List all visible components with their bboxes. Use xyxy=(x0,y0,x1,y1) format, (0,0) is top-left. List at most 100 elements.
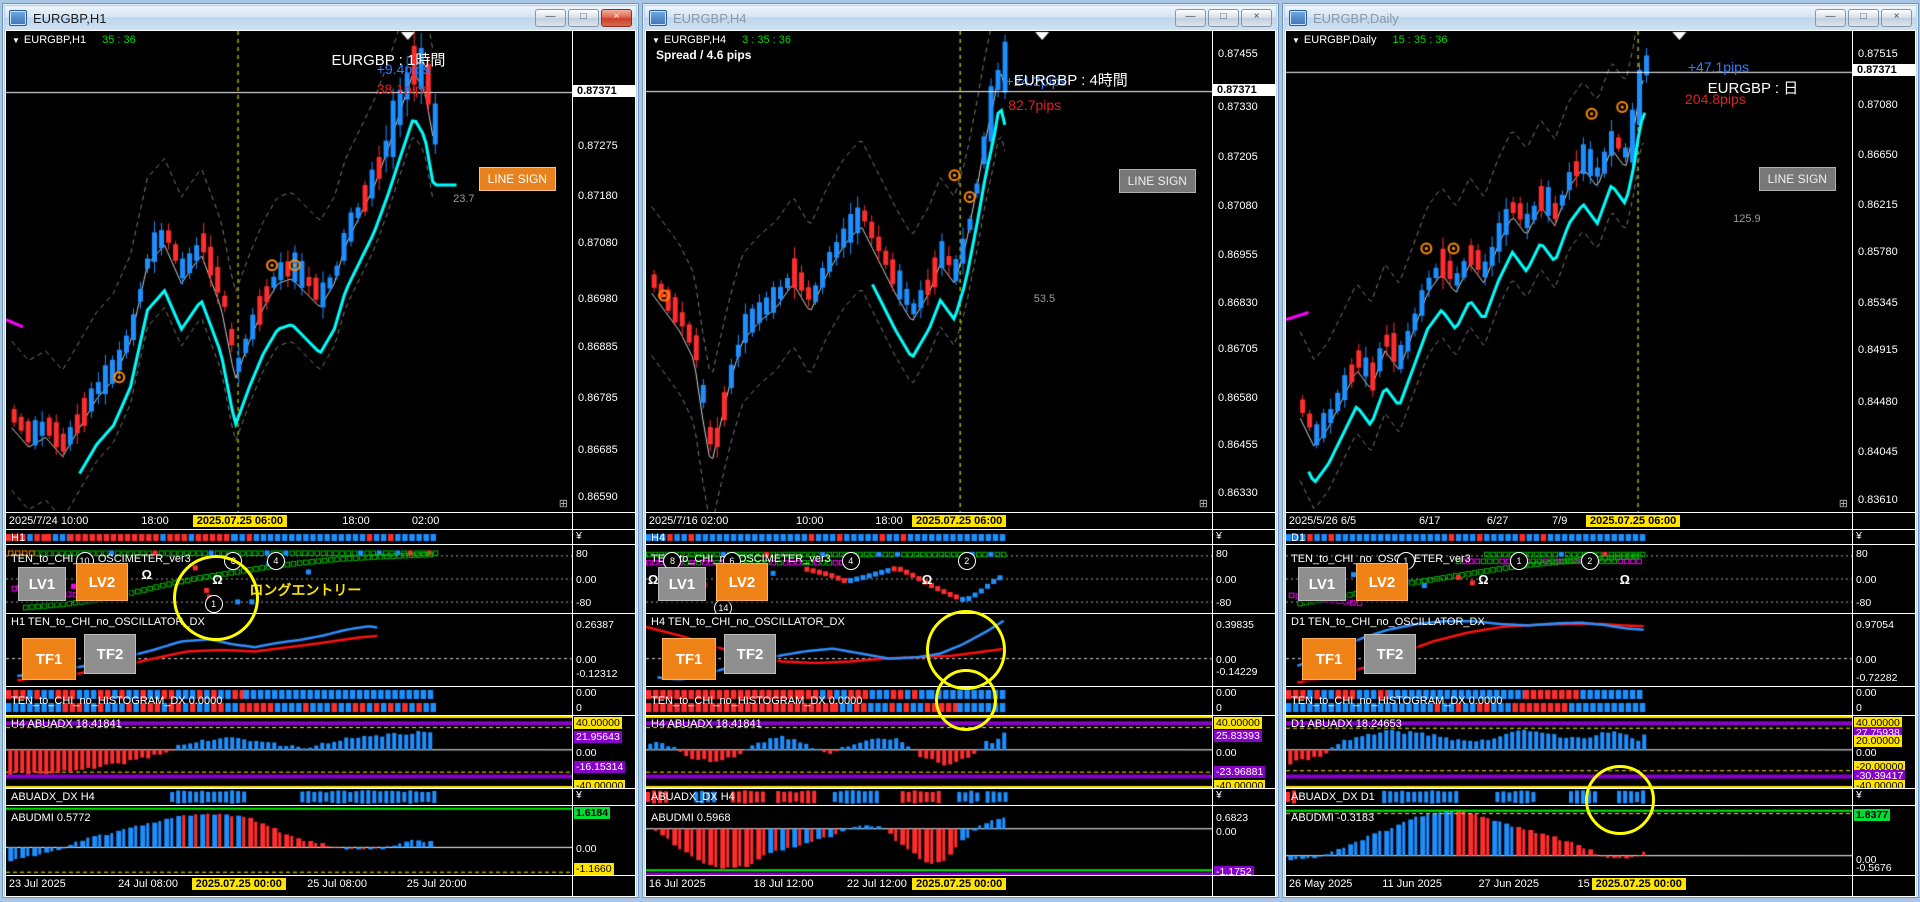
axis-label: 0.00 xyxy=(1216,574,1237,587)
axis-label: 0.00 xyxy=(1856,574,1877,587)
signal-number-badge: 2 xyxy=(957,551,976,570)
histogram-strip-label: TEN_to_CHI_no_HISTOGRAM_DX 0.0000 xyxy=(651,695,863,707)
crosshair-time-label: 2025.07.25 00:00 xyxy=(912,878,1007,890)
signal-number-badge: 1 xyxy=(204,595,223,613)
histogram-strip-plot: TEN_to_CHI_no_HISTOGRAM_DX 0.0000 xyxy=(6,687,572,715)
symbol-dropdown-icon[interactable]: ▼ xyxy=(652,36,660,45)
candlestick-canvas xyxy=(6,31,572,512)
abuadx-dx-plot: ABUADX_DX D1 xyxy=(1286,789,1852,805)
crosshair-time-label: 2025.07.25 06:00 xyxy=(1585,515,1681,527)
window-titlebar[interactable]: EURGBP,Daily — □ × xyxy=(1285,6,1916,30)
time-label: 26 May 2025 xyxy=(1288,878,1353,890)
price-tick: 0.84915 xyxy=(1858,344,1898,357)
tf1-button[interactable]: TF1 xyxy=(22,638,76,680)
axis-label: 0.00 xyxy=(576,574,597,587)
current-price-label: 0.87371 xyxy=(1853,64,1915,77)
window-titlebar[interactable]: EURGBP,H4 — □ × xyxy=(645,6,1276,30)
axis-label: -23.96881 xyxy=(1214,765,1266,778)
close-button[interactable]: × xyxy=(1881,9,1912,27)
price-axis[interactable]: 0.87371 0.87275 0.87180 0.87080 0.86980 0.86… xyxy=(572,31,635,512)
oscimeter-plot: TEN_to_CHI_no_OSCIMETER_ver3 LV1 LV2 112… xyxy=(1286,545,1852,613)
time-label: 25 Jul 20:00 xyxy=(406,878,467,890)
axis-label: ¥ xyxy=(576,530,582,542)
omega-icon: Ω xyxy=(141,566,152,582)
time-axis-labels-lower: 16 Jul 2025 18 Jul 12:00 22 Jul 12:00 2025.… xyxy=(646,876,1212,896)
axis-label: -16.15314 xyxy=(574,761,626,774)
abuadx-plot: D1 ABUADX 18.24653 xyxy=(1286,716,1852,788)
price-axis[interactable]: 0.87371 0.87455 0.87330 0.87205 0.87080 0.86… xyxy=(1212,31,1275,512)
time-axis-lower: 23 Jul 2025 24 Jul 08:00 2025.07.25 00:00 2… xyxy=(6,876,635,896)
abuadx-dx-axis: ¥ xyxy=(1212,789,1275,805)
abudmi-panel: ABUDMI 0.5772 1.6184 0.00 -1.1660 xyxy=(6,806,635,876)
main-chart-panel: ▼ EURGBP,H1 35 : 36 +9.4pips EURGBP : 1時間 … xyxy=(6,31,635,513)
grid-icon[interactable]: ⊞ xyxy=(559,497,568,510)
main-chart-plot[interactable]: ▼ EURGBP,Daily 15 : 35 : 36 +47.1pips EURG… xyxy=(1286,31,1852,512)
line-sign-button[interactable]: LINE SIGN xyxy=(1758,167,1836,191)
time-axis-upper: 2025/5/26 6/5 6/17 6/27 7/9 2025.07.25 06:00 xyxy=(1286,513,1915,530)
main-chart-plot[interactable]: ▼ EURGBP,H1 35 : 36 +9.4pips EURGBP : 1時間 … xyxy=(6,31,572,512)
candle-timer: 15 : 35 : 36 xyxy=(1392,34,1448,46)
window-controls: — □ × xyxy=(535,9,632,27)
minimize-button[interactable]: — xyxy=(535,9,566,27)
lv2-button[interactable]: LV2 xyxy=(716,563,768,601)
axis-label: ¥ xyxy=(576,789,582,801)
main-chart-plot[interactable]: ▼ EURGBP,H4 3 : 35 : 36 Spread / 4.6 pips … xyxy=(646,31,1212,512)
abudmi-panel: ABUDMI -0.3183 1.8377 0.00 -0.5676 xyxy=(1286,806,1915,876)
lv1-button[interactable]: LV1 xyxy=(1298,567,1346,601)
abuadx-dx-label: ABUADX_DX H4 xyxy=(11,791,95,803)
tf1-button[interactable]: TF1 xyxy=(1302,638,1356,680)
symbol-label: EURGBP,Daily xyxy=(1303,34,1377,46)
abuadx-axis: 40.00000 21.95643 0.00 -16.15314 -40.00000 xyxy=(572,716,635,788)
lv1-button[interactable]: LV1 xyxy=(18,567,66,601)
symbol-line: ▼ EURGBP,H1 35 : 36 xyxy=(12,34,136,46)
abuadx-panel: D1 ABUADX 18.24653 40.00000 27.75938 20.00… xyxy=(1286,716,1915,789)
abudmi-canvas xyxy=(6,806,572,875)
time-label: 18:00 xyxy=(141,515,169,527)
window-titlebar[interactable]: EURGBP,H1 — □ × xyxy=(5,6,636,30)
maximize-button[interactable]: □ xyxy=(1848,9,1879,27)
symbol-dropdown-icon[interactable]: ▼ xyxy=(1292,36,1300,45)
tf2-button[interactable]: TF2 xyxy=(724,634,776,674)
trend-strip-canvas xyxy=(1286,530,1852,544)
oscimeter-axis: 80 0.00 -80 xyxy=(1852,545,1915,613)
lv2-button[interactable]: LV2 xyxy=(1356,563,1408,601)
grid-icon[interactable]: ⊞ xyxy=(1839,497,1848,510)
line-sign-button[interactable]: LINE SIGN xyxy=(478,167,556,191)
symbol-dropdown-icon[interactable]: ▼ xyxy=(12,36,20,45)
maximize-button[interactable]: □ xyxy=(1208,9,1239,27)
window-title: EURGBP,Daily xyxy=(1313,10,1399,26)
price-tick: 0.85345 xyxy=(1858,296,1898,309)
line-sign-button[interactable]: LINE SIGN xyxy=(1118,169,1196,193)
price-tick: 0.86785 xyxy=(578,392,618,405)
candle-timer: 35 : 36 xyxy=(102,34,136,46)
lv1-button[interactable]: LV1 xyxy=(658,567,706,601)
abuadx-axis: 40.00000 25.83393 0.00 -23.96881 -40.00000 xyxy=(1212,716,1275,788)
grid-icon[interactable]: ⊞ xyxy=(1199,497,1208,510)
price-axis[interactable]: 0.87371 0.87515 0.87080 0.86650 0.86215 0.85… xyxy=(1852,31,1915,512)
price-tick: 0.83610 xyxy=(1858,493,1898,506)
lv2-button[interactable]: LV2 xyxy=(76,563,128,601)
time-label: 18 Jul 12:00 xyxy=(753,878,814,890)
time-label: 18:00 xyxy=(342,515,370,527)
time-axis-lower: 16 Jul 2025 18 Jul 12:00 22 Jul 12:00 2025.… xyxy=(646,876,1275,896)
close-button[interactable]: × xyxy=(1241,9,1272,27)
price-tick: 0.86830 xyxy=(1218,296,1258,309)
tf2-button[interactable]: TF2 xyxy=(1364,634,1416,674)
candlestick-canvas xyxy=(646,31,1212,512)
maximize-button[interactable]: □ xyxy=(568,9,599,27)
minimize-button[interactable]: — xyxy=(1815,9,1846,27)
time-axis-labels: 2025/7/24 10:00 18:00 2025.07.25 06:00 18:0… xyxy=(6,513,572,529)
histogram-strip-label: TEN_to_CHI_no_HISTOGRAM_DX 0.0000 xyxy=(11,695,223,707)
ma-value-label: 125.9 xyxy=(1733,213,1761,225)
pips-up-label: +47.1pips xyxy=(1687,59,1749,75)
axis-label: 0.6823 xyxy=(1216,812,1249,825)
tf1-button[interactable]: TF1 xyxy=(662,638,716,680)
axis-label: ¥ xyxy=(1856,789,1862,801)
axis-label: 80 xyxy=(576,548,588,561)
close-button[interactable]: × xyxy=(601,9,632,27)
axis-label: -1.1752 xyxy=(1214,865,1254,875)
price-tick: 0.86455 xyxy=(1218,439,1258,452)
minimize-button[interactable]: — xyxy=(1175,9,1206,27)
tf2-button[interactable]: TF2 xyxy=(84,634,136,674)
oscillator-plot: H4 TEN_to_CHI_no_OSCILLATOR_DX TF1 TF2 xyxy=(646,614,1212,686)
